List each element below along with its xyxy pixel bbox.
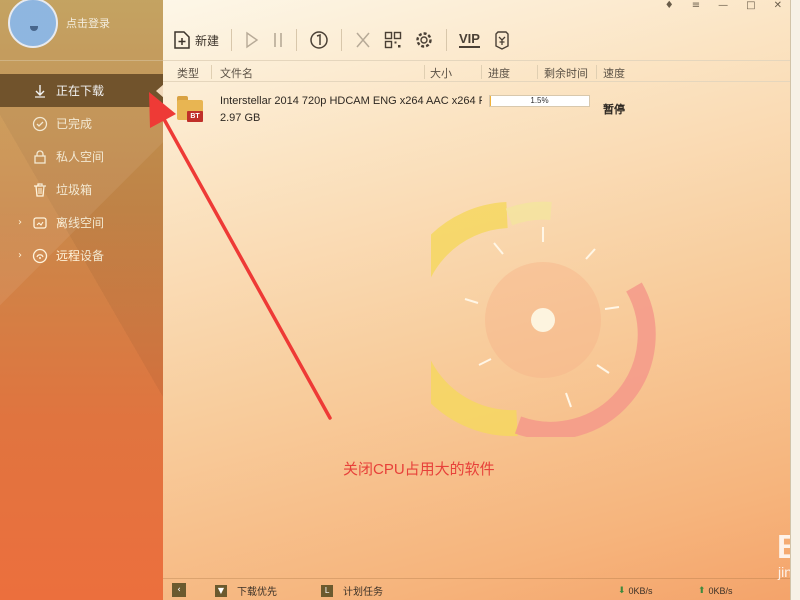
sidebar-item-label: 离线空间 (56, 216, 105, 230)
menu-icon[interactable]: ≡ (692, 0, 700, 14)
trash-icon (32, 182, 48, 198)
qr-button[interactable] (384, 31, 402, 49)
toolbar-divider (296, 29, 298, 51)
download-priority-label: 下载优先 (237, 587, 277, 598)
download-speed-value: 0KB/s (628, 585, 653, 596)
delete-button[interactable] (354, 30, 372, 50)
sidebar-item-label: 私人空间 (56, 150, 105, 164)
sidebar-item-private[interactable]: 私人空间 (0, 140, 163, 173)
priority-button[interactable] (309, 30, 329, 50)
toolbar-divider (446, 29, 448, 51)
pause-button[interactable] (272, 30, 284, 50)
lock-icon (32, 149, 48, 165)
sidebar-item-completed[interactable]: 已完成 (0, 107, 163, 140)
upload-speed: ⬆ 0KB/s (698, 585, 733, 596)
bt-badge: BT (187, 111, 203, 122)
sidebar-nav: 正在下载 已完成 私人空间 垃圾箱 › 离线空间 › 远程设备 (0, 74, 163, 272)
file-name: Interstellar 2014 720p HDCAM ENG x264 AA… (220, 95, 482, 107)
gear-icon (416, 32, 432, 48)
toolbar-divider (231, 29, 233, 51)
qr-code-icon (384, 31, 402, 49)
col-divider (424, 65, 425, 79)
priority-icon: ▼ (215, 584, 227, 597)
coin-button[interactable] (492, 30, 512, 50)
speed-gauge-graphic (431, 201, 656, 437)
maximize-button[interactable]: □ (746, 0, 755, 14)
up-arrow-icon: ⬆ (698, 585, 706, 595)
col-type[interactable]: 类型 (177, 65, 199, 81)
col-progress[interactable]: 进度 (488, 65, 510, 81)
status-bar: ‹ ▼ 下载优先 L 计划任务 ⬇ 0KB/s ⬆ 0KB/s (163, 578, 800, 600)
one-circle-icon (310, 31, 328, 49)
status-paused: 暂停 (603, 103, 625, 116)
sidebar-item-offline[interactable]: › 离线空间 (0, 206, 163, 239)
col-divider (537, 65, 538, 79)
sidebar-item-label: 已完成 (56, 117, 93, 131)
avatar[interactable] (8, 0, 58, 48)
user-area: 点击登录 (0, 0, 163, 60)
download-arrow-icon (32, 83, 48, 99)
bt-file-icon: BT (177, 96, 205, 122)
sidebar-item-label: 垃圾箱 (56, 183, 93, 197)
progress-text: 1.5% (530, 96, 549, 105)
sidebar-item-label: 远程设备 (56, 249, 105, 263)
schedule-icon: L (321, 584, 333, 597)
play-icon (246, 31, 259, 49)
minimize-button[interactable]: — (718, 0, 728, 14)
chevron-right-icon[interactable]: › (18, 250, 22, 261)
download-speed: ⬇ 0KB/s (618, 585, 653, 596)
toolbar-divider (341, 29, 343, 51)
col-speed[interactable]: 速度 (603, 65, 625, 81)
sidebar-item-downloading[interactable]: 正在下载 (0, 74, 163, 107)
delete-x-icon (356, 32, 370, 48)
progress-bar: 1.5% (489, 95, 590, 107)
col-remaining[interactable]: 剩余时间 (544, 65, 588, 81)
scheduled-tasks-toggle[interactable]: L 计划任务 (321, 583, 383, 598)
check-circle-icon (32, 116, 48, 132)
collapse-sidebar-button[interactable]: ‹ (172, 583, 186, 597)
close-button[interactable]: ✕ (774, 0, 782, 14)
coin-icon (495, 31, 509, 50)
annotation-text: 关闭CPU占用大的软件 (343, 461, 495, 478)
pause-icon (274, 33, 282, 47)
sidebar-item-remote[interactable]: › 远程设备 (0, 239, 163, 272)
toolbar: 新建 VIP (163, 22, 800, 58)
vip-label: VIP (459, 31, 480, 48)
start-button[interactable] (244, 30, 260, 50)
col-filename[interactable]: 文件名 (220, 65, 253, 81)
new-task-button[interactable]: 新建 (173, 30, 219, 50)
login-link[interactable]: 点击登录 (66, 15, 110, 31)
col-divider (211, 65, 212, 79)
column-headers: 类型 文件名 大小 进度 剩余时间 速度 (163, 60, 800, 82)
file-size: 2.97 GB (220, 112, 261, 124)
col-divider (596, 65, 597, 79)
sidebar-item-trash[interactable]: 垃圾箱 (0, 173, 163, 206)
col-divider (481, 65, 482, 79)
sidebar-item-label: 正在下载 (56, 84, 105, 98)
download-row[interactable]: BT Interstellar 2014 720p HDCAM ENG x264… (163, 86, 800, 130)
upload-speed-value: 0KB/s (708, 585, 733, 596)
active-pointer (156, 84, 163, 98)
down-arrow-icon: ⬇ (618, 585, 626, 595)
adjacent-window-edge (790, 0, 800, 600)
new-task-label: 新建 (195, 33, 220, 48)
col-size[interactable]: 大小 (430, 65, 452, 81)
divider (0, 60, 163, 61)
main-panel: ♦ ≡ — □ ✕ 新建 VIP 类型 文件名 大小 进度 剩余时间 速度 BT… (163, 0, 800, 600)
chevron-right-icon[interactable]: › (18, 217, 22, 228)
skin-icon[interactable]: ♦ (665, 0, 674, 14)
scheduled-tasks-label: 计划任务 (343, 587, 383, 598)
remote-device-icon (32, 248, 48, 264)
settings-button[interactable] (414, 30, 434, 50)
window-controls: ♦ ≡ — □ ✕ (630, 0, 800, 14)
download-priority-toggle[interactable]: ▼ 下载优先 (215, 583, 277, 598)
new-file-icon (174, 31, 190, 49)
cloud-icon (32, 215, 48, 231)
sidebar: 点击登录 正在下载 已完成 私人空间 垃圾箱 › 离线空间 › 远程设备 (0, 0, 163, 600)
vip-button[interactable]: VIP (459, 32, 480, 48)
